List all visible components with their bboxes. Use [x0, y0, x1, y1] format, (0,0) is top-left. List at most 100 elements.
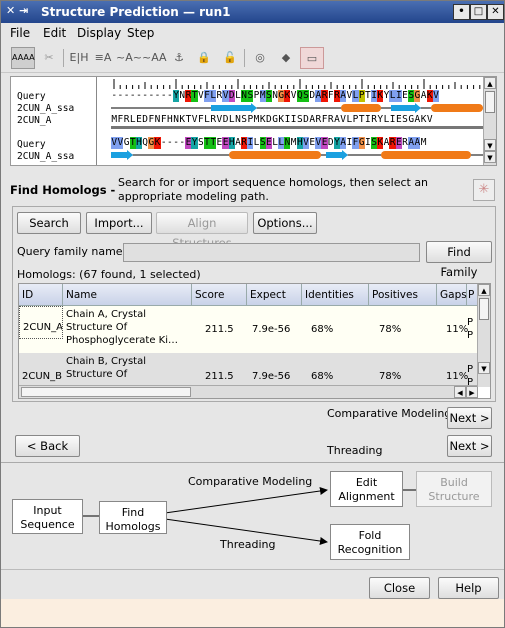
shift-left-icon[interactable]: ~A~	[116, 47, 142, 69]
status-bar	[1, 599, 504, 627]
flow-build-structure[interactable]: Build Structure	[416, 471, 492, 507]
cell-identities: 68%	[311, 324, 334, 335]
paint-icon[interactable]: ◆	[274, 47, 298, 69]
table-scroll-thumb[interactable]	[479, 298, 489, 320]
column-header-id[interactable]: ID	[19, 284, 63, 306]
footer-separator	[1, 569, 504, 570]
realign-icon[interactable]: ≡A	[91, 47, 115, 69]
table-row[interactable]: 2CUN_A Chain A, Crystal Structure Of Pho…	[19, 306, 478, 353]
close-window-button[interactable]: ✕	[487, 4, 504, 20]
cell-name: Chain A, Crystal Structure Of Phosphogly…	[66, 309, 179, 346]
align-structures-button[interactable]: Align Structures	[156, 212, 248, 250]
column-header-positives[interactable]: Positives	[369, 284, 437, 306]
insert-gap-icon[interactable]: E|H	[67, 47, 91, 69]
search-button[interactable]: Search	[17, 212, 81, 234]
column-header-score[interactable]: Score	[192, 284, 247, 306]
import-button[interactable]: Import...	[86, 212, 152, 234]
structure-prediction-window: ✕ ⇥ Structure Prediction — run1 • □ ✕ Fi…	[0, 0, 505, 628]
sequence-area[interactable]: ----------YNRTVFLRVDLNSPMSNGKVQSDARFRAVL…	[111, 77, 483, 165]
table-scroll-up-icon[interactable]: ▲	[478, 284, 490, 296]
sequence-mode-icon[interactable]: AAAA	[11, 47, 35, 69]
menu-display[interactable]: Display	[77, 26, 121, 40]
workflow-diagram: Input Sequence Find Homologs Edit Alignm…	[1, 462, 504, 570]
menu-file[interactable]: File	[10, 26, 30, 40]
flow-threading-label: Threading	[220, 538, 276, 551]
cell-score: 211.5	[205, 371, 234, 382]
menu-bar: File Edit Display Step	[1, 23, 504, 43]
menu-step[interactable]: Step	[127, 26, 154, 40]
window-title: Structure Prediction — run1	[41, 5, 231, 19]
column-header-expect[interactable]: Expect	[247, 284, 302, 306]
secondary-structure-row-2	[111, 150, 483, 160]
template-sequence-row: MFRLEDFNFHNKTVFLRVDLNSPMKDGKIISDARFRAVLP…	[111, 114, 433, 126]
shift-right-icon[interactable]: ~AA	[142, 47, 167, 69]
anchor-icon[interactable]: ⚓	[167, 47, 191, 69]
threading-label: Threading	[327, 444, 383, 457]
flow-find-homologs[interactable]: Find Homologs	[99, 501, 167, 534]
scroll-right-arrow-icon[interactable]: ▶	[466, 386, 478, 398]
alignment-vertical-scrollbar[interactable]: ▲ ▼ ▼	[483, 77, 496, 165]
unlock-icon[interactable]: 🔓	[218, 47, 242, 69]
label-2cun-a: 2CUN_A	[17, 115, 52, 126]
find-homologs-title: Find Homologs -	[10, 183, 116, 197]
options-button[interactable]: Options...	[253, 212, 317, 234]
residue: M	[420, 137, 427, 148]
window-menu-icon[interactable]: ✕ ⇥	[6, 4, 28, 17]
find-homologs-description: Search for or import sequence homologs, …	[118, 176, 429, 203]
scroll-down-arrow-icon-2[interactable]: ▼	[484, 151, 496, 163]
query-family-input[interactable]	[123, 243, 420, 262]
cut-icon[interactable]: ✂	[37, 47, 61, 69]
scroll-up-arrow-icon[interactable]: ▲	[484, 77, 496, 89]
scroll-down-arrow-icon[interactable]: ▼	[484, 139, 496, 151]
column-header-identities[interactable]: Identities	[302, 284, 369, 306]
maximize-button[interactable]: □	[470, 4, 487, 20]
homologs-summary: Homologs: (67 found, 1 selected)	[17, 268, 201, 281]
scroll-thumb[interactable]	[485, 91, 495, 113]
flow-input-sequence: Input Sequence	[12, 499, 83, 534]
table-vertical-scrollbar[interactable]: ▲ ▼	[477, 284, 490, 387]
structure-view-icon[interactable]: ◎	[248, 47, 272, 69]
next-comparative-button[interactable]: Next >	[447, 407, 492, 429]
toolbar: AAAA ✂ E|H ≡A ~A~ ~AA ⚓ 🔒 🔓 ◎ ◆ ▭	[1, 43, 504, 73]
cell-positives: 78%	[379, 371, 402, 382]
label-query-2: Query	[17, 139, 46, 150]
cell-id: 2CUN_A	[19, 306, 63, 339]
sequence-labels: Query 2CUN_A_ssa 2CUN_A Query 2CUN_A_ssa	[11, 77, 97, 165]
flow-edit-alignment[interactable]: Edit Alignment	[330, 471, 403, 507]
scroll-left-arrow-icon[interactable]: ◀	[454, 386, 466, 398]
ruler	[113, 79, 481, 89]
column-header-name[interactable]: Name	[63, 284, 192, 306]
cell-score: 211.5	[205, 324, 234, 335]
cell-expect: 7.9e-56	[252, 324, 291, 335]
toolbar-separator	[63, 49, 64, 67]
homologs-panel: Search Import... Align Structures Option…	[12, 206, 496, 402]
alignment-panel: Query 2CUN_A_ssa 2CUN_A Query 2CUN_A_ssa…	[10, 76, 497, 166]
cell-positives: 78%	[379, 324, 402, 335]
next-threading-button[interactable]: Next >	[447, 435, 492, 457]
cell-id: 2CUN_B	[22, 371, 63, 382]
busy-spinner-icon: ✳	[473, 179, 495, 201]
table-row[interactable]: 2CUN_B Chain B, Crystal Structure Of 211…	[19, 353, 478, 388]
table-horizontal-scrollbar[interactable]: ◀ ▶	[19, 385, 478, 398]
cell-identities: 68%	[311, 371, 334, 382]
close-button[interactable]: Close	[369, 577, 430, 599]
remove-icon[interactable]: ▭	[300, 47, 324, 69]
column-header-gaps[interactable]: Gaps	[437, 284, 467, 306]
label-query: Query	[17, 91, 46, 102]
hscroll-thumb[interactable]	[21, 387, 191, 397]
homologs-table: ID Name Score Expect Identities Positive…	[18, 283, 491, 399]
residue: V	[432, 90, 439, 102]
flow-comparative-label: Comparative Modeling	[188, 475, 313, 488]
residue: V	[426, 114, 433, 125]
lock-icon[interactable]: 🔒	[192, 47, 216, 69]
menu-edit[interactable]: Edit	[43, 26, 66, 40]
minimize-button[interactable]: •	[453, 4, 470, 20]
title-bar: ✕ ⇥ Structure Prediction — run1 • □ ✕	[1, 1, 504, 23]
query-sequence-row: ----------YNRTVFLRVDLNSPMSNGKVQSDARFRAVL…	[111, 90, 439, 102]
cell-name: Chain B, Crystal Structure Of	[66, 356, 147, 380]
help-button[interactable]: Help	[438, 577, 499, 599]
flow-fold-recognition[interactable]: Fold Recognition	[330, 524, 410, 560]
back-button[interactable]: < Back	[15, 435, 80, 457]
find-family-button[interactable]: Find Family	[426, 241, 492, 279]
table-scroll-down-icon[interactable]: ▼	[478, 362, 490, 374]
